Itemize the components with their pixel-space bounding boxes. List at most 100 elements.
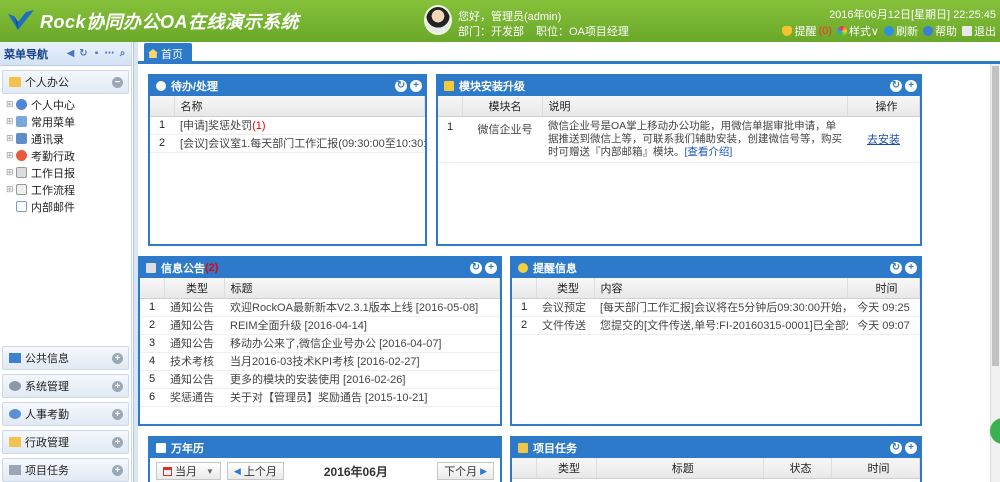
expand-toggle-icon[interactable]: + [112, 352, 123, 364]
table-row[interactable]: 3 通知公告 移动办公来了,微信企业号办公 [2016-04-07] [140, 334, 500, 353]
expand-toggle-icon[interactable]: + [112, 408, 123, 420]
contacts-icon [16, 133, 27, 144]
table-row[interactable]: 2 通知公告 REIM全面升级 [2016-04-14] [140, 316, 500, 335]
table-row: 1 微信企业号 微信企业号是OA掌上移动办公功能，用微信单据审批申请，单据推送到… [438, 116, 920, 163]
upgrade-icon [444, 81, 454, 91]
refresh-icon[interactable]: ↻ [890, 80, 902, 92]
calendar-toolbar: 当月 ▼ ◀ 上个月 2016年06月 下个月 ▶ [150, 458, 500, 482]
app-title: Rock协同办公OA在线演示系统 [40, 12, 300, 32]
project-icon [9, 465, 21, 475]
mail-icon [16, 201, 27, 212]
refresh-icon[interactable]: ↻ [890, 262, 902, 274]
collapse-icon[interactable]: ▪ [91, 48, 102, 59]
refresh-icon[interactable]: ↻ [890, 442, 902, 454]
calendar-month-title: 2016年06月 [323, 464, 388, 479]
add-icon[interactable]: + [410, 80, 422, 92]
expand-icon[interactable]: ⋯ [104, 48, 115, 59]
chevron-left-icon: ◀ [233, 465, 241, 476]
style-button[interactable]: 样式∨ [836, 23, 879, 39]
todo-panel-header: 待办/处理 ↻ + [150, 76, 425, 96]
scrollbar-thumb[interactable] [992, 66, 999, 366]
search-icon[interactable]: ⌕ [117, 48, 128, 59]
report-icon [16, 167, 27, 178]
sidebar-item-contacts[interactable]: ⊞ 通讯录 [6, 130, 131, 147]
sidebar-section-personal[interactable]: 个人办公 − [2, 70, 129, 94]
menu-icon [16, 116, 27, 127]
app-header: Rock协同办公OA在线演示系统 您好，管理员(admin) 部门：开发部 职位：… [0, 0, 1000, 42]
refresh-button[interactable]: 刷新 [884, 23, 918, 39]
collapse-toggle-icon[interactable]: − [112, 76, 123, 88]
sidebar-section-admin[interactable]: 行政管理 + [2, 430, 129, 454]
pencil-icon [518, 443, 528, 453]
avatar[interactable] [424, 5, 452, 35]
sidebar-section-system[interactable]: 系统管理 + [2, 374, 129, 398]
refresh-icon[interactable]: ↻ [470, 262, 482, 274]
top-actions: 提醒 (0) 样式∨ 刷新 帮助 退出 [782, 23, 996, 39]
sidebar-item-workflow[interactable]: ⊞ 工作流程 [6, 181, 131, 198]
sidebar-item-daily-report[interactable]: ⊞ 工作日报 [6, 164, 131, 181]
sidebar-section-public-info[interactable]: 公共信息 + [2, 346, 129, 370]
logout-button[interactable]: 退出 [962, 23, 996, 39]
add-icon[interactable]: + [905, 262, 917, 274]
lightbulb-icon [518, 263, 528, 273]
sidebar-section-project[interactable]: 项目任务 + [2, 458, 129, 482]
next-month-button[interactable]: 下个月 ▶ [437, 462, 494, 480]
table-row[interactable]: 1 通知公告 欢迎RockOA最新新本V2.3.1版本上线 [2016-05-08] [140, 298, 500, 317]
table-row[interactable]: 2[会议]会议室1.每天部门工作汇报(09:30:00至10:30:00)[..… [150, 134, 425, 153]
refresh-icon[interactable]: ↻ [78, 48, 89, 59]
add-icon[interactable]: + [905, 442, 917, 454]
prev-month-button[interactable]: ◀ 上个月 [226, 462, 284, 480]
dashboard: 待办/处理 ↻ + 名称 1 [申请]奖惩处罚(1) 2 [会议]会议室1.每天部门工… [138, 64, 990, 482]
logo-icon [8, 10, 34, 30]
view-intro-link[interactable]: [查看介绍] [685, 146, 733, 158]
notice-count: (2) [205, 262, 219, 274]
people-icon [9, 409, 21, 419]
sidebar: 菜单导航 ◀ ↻ ▪ ⋯ ⌕ 个人办公 − ⊞ 个人中心 ⊞ 常用菜单 ⊞ 通讯录 ⊞… [0, 42, 132, 482]
sidebar-section-hr[interactable]: 人事考勤 + [2, 402, 129, 426]
remind-count: (0) [818, 25, 832, 37]
notice-table: 类型 标题 1 通知公告 欢迎RockOA最新新本V2.3.1版本上线 [2016-… [140, 278, 500, 407]
add-icon[interactable]: + [905, 80, 917, 92]
table-row[interactable]: 4 技术考核 当月2016-03技术KPI考核 [2016-02-27] [140, 352, 500, 371]
tab-home[interactable]: 首页 [144, 43, 192, 64]
install-link[interactable]: 去安装 [867, 134, 900, 146]
workflow-icon [16, 184, 27, 195]
tab-bar: 首页 [138, 42, 1000, 64]
sidebar-title: 菜单导航 [4, 48, 48, 61]
sidebar-header: 菜单导航 ◀ ↻ ▪ ⋯ ⌕ [0, 42, 131, 66]
table-row[interactable]: 5 通知公告 更多的模块的安装使用 [2016-02-26] [140, 370, 500, 389]
sidebar-item-common-menu[interactable]: ⊞ 常用菜单 [6, 113, 131, 130]
table-row[interactable]: 2文件传送您提交的[文件传送,单号:FI-20160315-0001]已全部处理… [512, 316, 920, 335]
logout-icon [962, 26, 972, 36]
refresh-icon[interactable]: ↻ [395, 80, 407, 92]
expand-toggle-icon[interactable]: + [112, 436, 123, 448]
sidebar-item-mail[interactable]: 内部邮件 [6, 198, 131, 215]
chevron-right-icon: ▶ [480, 465, 487, 476]
project-table: 类型 标题 状态 时间 [512, 458, 920, 479]
folder-icon [9, 77, 21, 87]
table-row[interactable]: 1会议预定[每天部门工作汇报]会议将在5分钟后09:30:00开始，请做...今… [512, 298, 920, 317]
gear-icon [9, 381, 21, 391]
current-month-dropdown[interactable]: 当月 ▼ [156, 462, 221, 480]
notice-panel: 信息公告 (2) ↻ + 类型 标题 1 通知公告 欢迎RockOA最新新本V2.3.1… [138, 256, 502, 426]
project-panel-header: 项目任务 ↻ + [512, 438, 920, 458]
notice-panel-header: 信息公告 (2) ↻ + [140, 258, 500, 278]
sidebar-item-personal-center[interactable]: ⊞ 个人中心 [6, 96, 131, 113]
add-icon[interactable]: + [485, 262, 497, 274]
table-row[interactable]: 1 [申请]奖惩处罚(1) [150, 116, 425, 135]
back-icon[interactable]: ◀ [65, 48, 76, 59]
expand-toggle-icon[interactable]: + [112, 464, 123, 476]
user-info: 部门：开发部 职位：OA项目经理 [458, 23, 641, 39]
calendar-icon [156, 443, 166, 453]
remind-button[interactable]: 提醒 (0) [782, 23, 832, 39]
clock-icon [156, 81, 166, 91]
modules-panel: 模块安装升级 ↻ + 模块名 说明 操作 1 微信企业号 微信企业号是OA掌上移动… [436, 74, 922, 246]
sidebar-item-attendance[interactable]: ⊞ 考勤行政 [6, 147, 131, 164]
table-row[interactable]: 6 奖惩通告 关于对【管理员】奖励通告 [2015-10-21] [140, 388, 500, 407]
user-icon [16, 99, 27, 110]
folder-icon [9, 437, 21, 447]
help-button[interactable]: 帮助 [923, 23, 957, 39]
expand-toggle-icon[interactable]: + [112, 380, 123, 392]
calendar-panel: 万年历 当月 ▼ ◀ 上个月 2016年06月 下个月 ▶ [148, 436, 502, 482]
megaphone-icon [146, 263, 156, 273]
